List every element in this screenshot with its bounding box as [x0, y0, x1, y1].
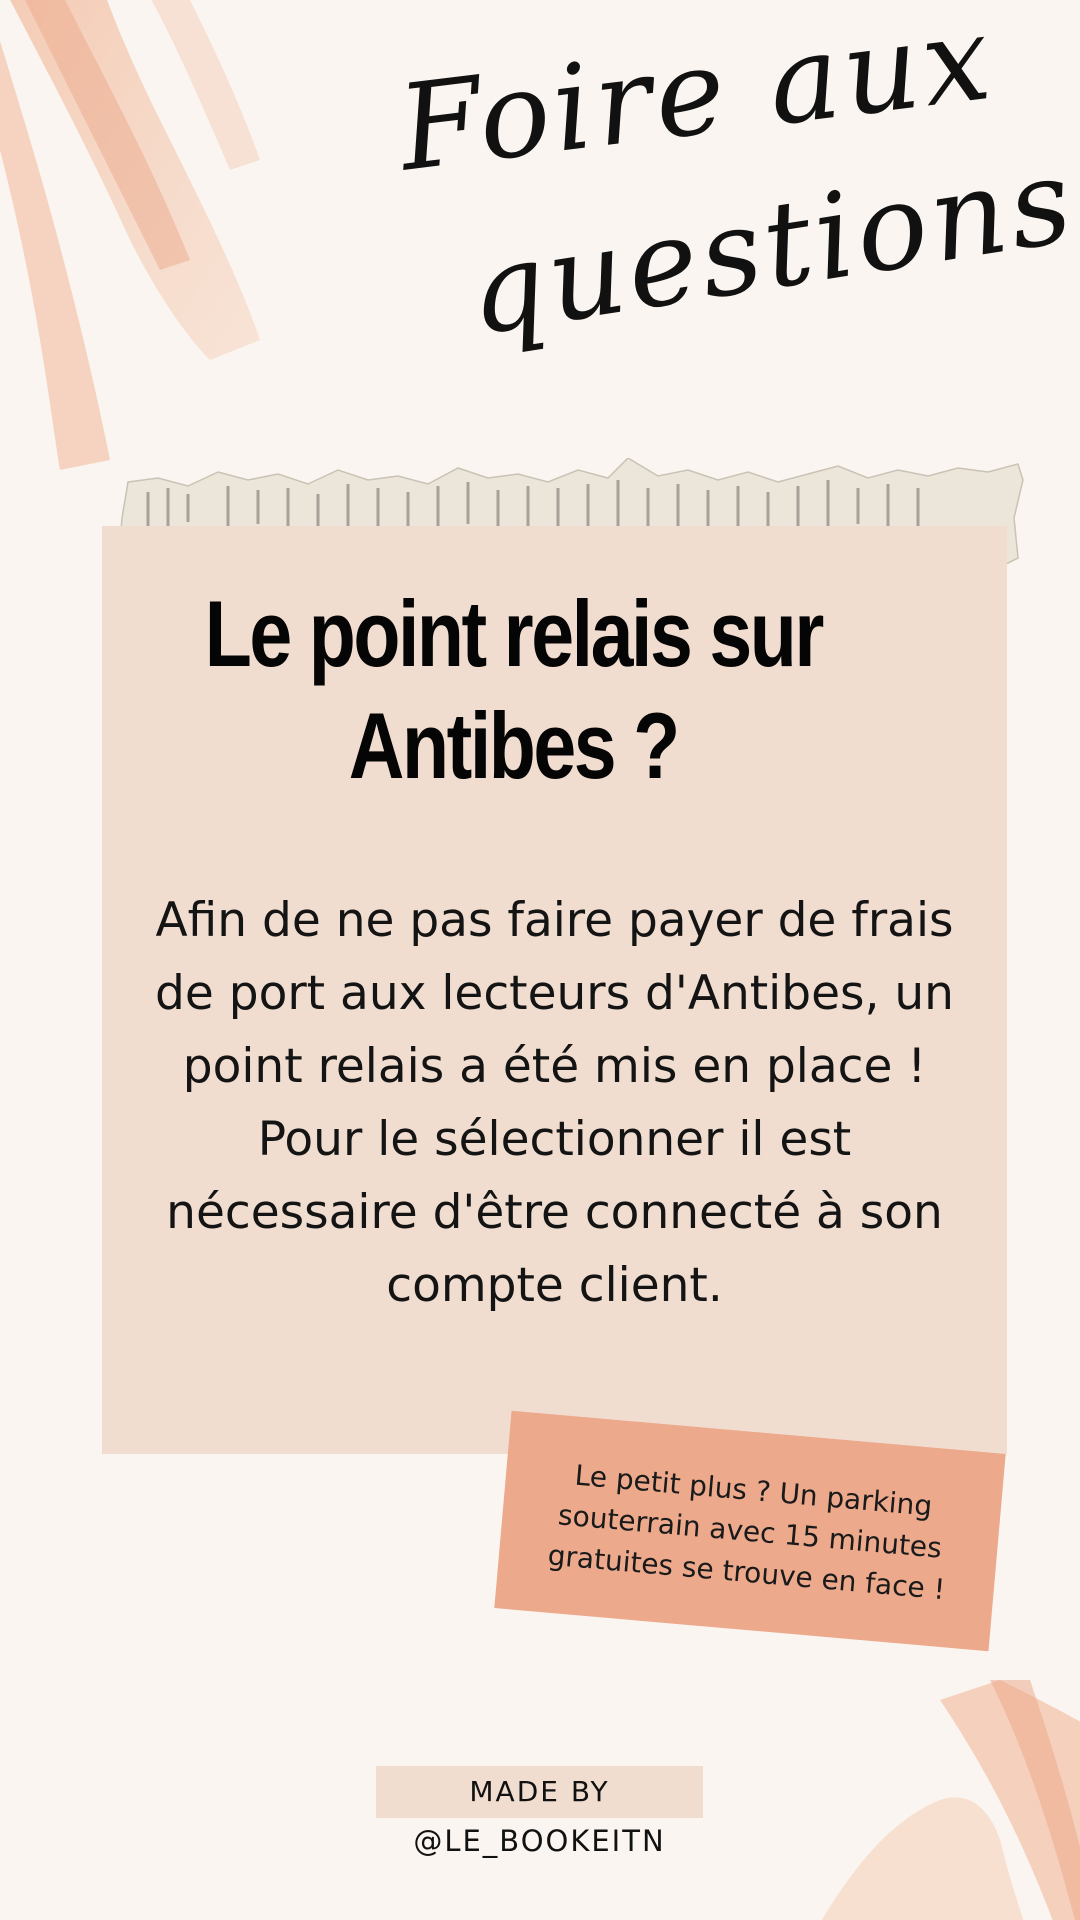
credit-handle[interactable]: @LE_BOOKEITN — [376, 1824, 703, 1858]
watercolor-brush-top-left — [0, 0, 260, 470]
card-title: Le point relais sur Antibes ? — [204, 581, 825, 798]
credit: MADE BY @LE_BOOKEITN — [376, 1766, 703, 1858]
faq-script-title: Foire aux questions — [380, 0, 1080, 420]
faq-page: Foire aux questions Le point relais sur … — [0, 0, 1080, 1920]
tip-note: Le petit plus ? Un parking souterrain av… — [494, 1410, 1006, 1652]
watercolor-brush-bottom-right — [821, 1680, 1080, 1920]
card-body: Afin de ne pas faire payer de frais de p… — [155, 893, 954, 1313]
credit-made-by: MADE BY — [376, 1766, 703, 1818]
tip-note-text: Le petit plus ? Un parking souterrain av… — [546, 1458, 947, 1606]
faq-card: Le point relais sur Antibes ? Afin de ne… — [102, 526, 1007, 1454]
